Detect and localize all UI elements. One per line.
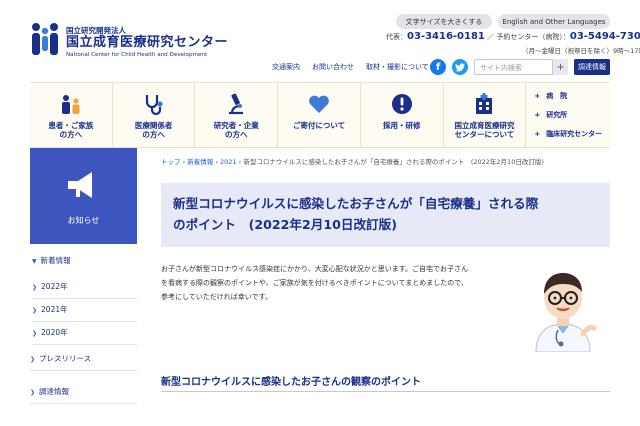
chevron-right-icon: ❯ [30,356,36,363]
nav-label-patients: 患者・ご家族 の方へ [48,121,94,139]
phone-separator: ／ [487,33,495,41]
reserve-phone-label: 予約センター（病院）： [496,33,570,41]
nav-item-recruit[interactable]: 採用・研修 [361,83,444,147]
chevron-right-icon: ❯ [32,284,38,291]
logo-english: National Center for Child Health and Dev… [66,52,208,58]
nav-side-institute[interactable]: + 研究所 [534,110,610,120]
logo-title: 国立成育医療研究センター [66,35,229,50]
nav-side-links: + 病 院 + 研究所 + 臨床研究センター [526,83,610,147]
rep-phone-label: 代表： [386,33,407,41]
logo-text[interactable]: 国立研究開発法人 国立成育医療研究センター National Center fo… [66,26,228,59]
font-size-button[interactable]: 文字サイズを大きくする [396,14,492,29]
utility-links: 交通案内 お問い合わせ 取材・撮影について [272,62,429,72]
nav-item-medical[interactable]: 医療関係者 の方へ [113,83,196,147]
breadcrumb-year[interactable]: 2021 [220,158,237,166]
link-press[interactable]: 取材・撮影について [366,62,429,72]
link-access[interactable]: 交通案内 [272,62,300,72]
plus-icon: + [534,129,541,138]
search-icon[interactable]: + [552,59,568,75]
nav-item-patients[interactable]: 患者・ご家族 の方へ [30,83,113,147]
section-divider [161,391,610,392]
phone-info: 代表：03-3416-0181 ／ 予約センター（病院）：03-5494-730… [386,31,640,42]
megaphone-icon [68,172,92,198]
breadcrumb-news[interactable]: 新着情報 [187,158,213,166]
nav-side-hospital[interactable]: + 病 院 [534,91,610,101]
heart-icon [309,95,329,113]
sidebar-item-2020[interactable]: ❯ 2020年 [32,327,137,345]
sidebar-item-2021[interactable]: ❯ 2021年 [32,304,137,322]
exclamation-icon [391,94,412,114]
chevron-right-icon: ❯ [30,389,36,396]
twitter-icon[interactable] [452,59,468,75]
sidebar-item-procurement[interactable]: ❯ 調達情報 [30,386,137,404]
breadcrumb-current: 新型コロナウイルスに感染したお子さんが「自宅療養」される際のポイント (2022… [243,158,544,166]
nav-label-recruit: 採用・研修 [382,121,421,130]
logo-subtitle: 国立研究開発法人 [66,26,126,35]
doctor-illustration [535,273,597,352]
chevron-right-icon: ❯ [32,330,38,337]
breadcrumb: トップ › 新着情報 › 2021 › 新型コロナウイルスに感染したお子さんが「… [161,158,544,166]
global-nav: 患者・ご家族 の方へ 医療関係者 の方へ 研究者・企業 の方へ ご寄付について … [30,82,610,148]
microscope-icon [229,93,244,115]
nav-label-about: 国立成育医療研究 センターについて [454,121,515,139]
sidebar-item-press[interactable]: ❯ プレスリリース [30,353,137,371]
breadcrumb-top[interactable]: トップ [161,158,181,166]
hospital-building-icon [476,93,493,114]
logo-icon[interactable] [30,22,60,56]
section-heading: 新型コロナウイルスに感染したお子さんの観察のポイント [161,377,421,388]
facebook-icon[interactable]: f [430,59,446,75]
nav-label-donation: ご寄付について [292,121,346,130]
chevron-right-icon: ❯ [32,307,38,314]
nav-item-donation[interactable]: ご寄付について [278,83,361,147]
nav-side-clinical[interactable]: + 臨床研究センター [534,129,610,139]
reserve-phone-number[interactable]: 03-5494-7300 [570,31,640,42]
page-title: 新型コロナウイルスに感染したお子さんが「自宅療養」される際 のポイント (202… [173,196,539,232]
sidebar-item-2022[interactable]: ❯ 2022年 [32,281,137,299]
sidebar-heading[interactable]: ▼ 新着情報 [32,255,71,266]
business-hours: （月〜金曜日（祝祭日を除く）9時〜17時） [522,47,640,55]
language-button[interactable]: English and Other Languages [498,14,610,29]
nav-label-medical: 医療関係者 の方へ [134,121,173,139]
news-box-label: お知らせ [67,216,100,225]
nav-item-researchers[interactable]: 研究者・企業 の方へ [195,83,279,147]
rep-phone-number[interactable]: 03-3416-0181 [407,31,485,42]
procurement-button[interactable]: 調達情報 [574,59,610,75]
plus-icon: + [534,110,541,119]
link-contact[interactable]: お問い合わせ [312,62,354,72]
page-title-box: 新型コロナウイルスに感染したお子さんが「自宅療養」される際 のポイント (202… [161,183,610,247]
stethoscope-icon [145,95,163,116]
nav-item-about[interactable]: 国立成育医療研究 センターについて [444,83,527,147]
family-icon [61,95,80,114]
nav-label-researchers: 研究者・企業 の方へ [213,121,259,139]
news-category-box[interactable]: お知らせ [30,148,137,244]
intro-text: お子さんが新型コロナウイルス感染症にかかり、大変心配な状況かと思います。ご自宅で… [161,265,469,301]
plus-icon: + [534,92,541,101]
